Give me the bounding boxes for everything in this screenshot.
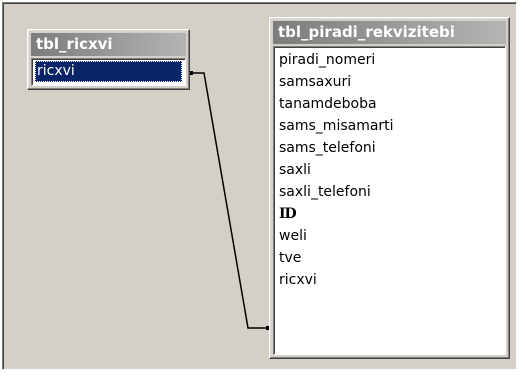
join-line[interactable] [190, 72, 268, 329]
field-samsaxuri[interactable]: samsaxuri [277, 72, 502, 93]
field-ricxvi-selected[interactable]: ricxvi [35, 61, 182, 82]
field-list-tbl-piradi-rekvizitebi[interactable]: tbl_piradi_rekvizitebi piradi_nomeri sam… [269, 17, 510, 359]
field-tanamdeboba[interactable]: tanamdeboba [277, 94, 502, 115]
field-ricxvi[interactable]: ricxvi [277, 270, 502, 291]
field-list-body: piradi_nomeri samsaxuri tanamdeboba sams… [273, 46, 506, 355]
field-saxli[interactable]: saxli [277, 160, 502, 181]
field-tve[interactable]: tve [277, 248, 502, 269]
field-saxli-telefoni[interactable]: saxli_telefoni [277, 182, 502, 203]
table-title-tbl-piradi-rekvizitebi[interactable]: tbl_piradi_rekvizitebi [273, 21, 506, 44]
field-sams-telefoni[interactable]: sams_telefoni [277, 138, 502, 159]
field-id-primary-key[interactable]: ID [277, 204, 502, 225]
field-list-tbl-ricxvi[interactable]: tbl_ricxvi ricxvi [27, 29, 190, 90]
field-sams-misamarti[interactable]: sams_misamarti [277, 116, 502, 137]
relationships-canvas[interactable]: tbl_ricxvi ricxvi tbl_piradi_rekvizitebi… [2, 2, 517, 370]
field-list-body: ricxvi [31, 58, 186, 86]
field-piradi-nomeri[interactable]: piradi_nomeri [277, 50, 502, 71]
field-weli[interactable]: weli [277, 226, 502, 247]
table-title-tbl-ricxvi[interactable]: tbl_ricxvi [31, 33, 186, 56]
